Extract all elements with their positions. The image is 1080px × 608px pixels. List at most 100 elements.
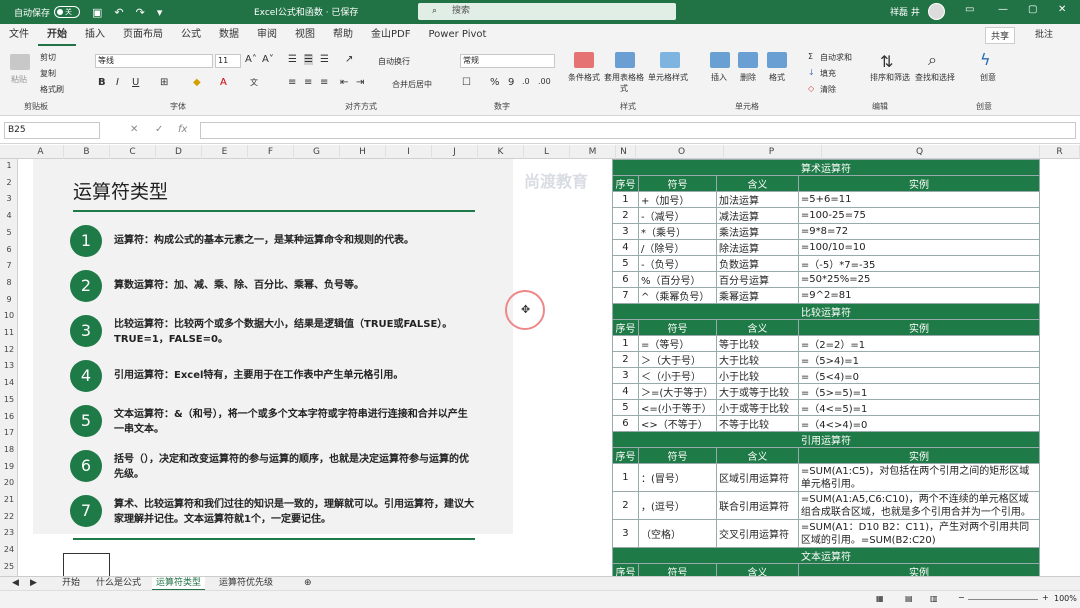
table-cell[interactable]: =SUM(A1:A5,C6:C10)，两个不连续的单元格区域组合成联合区域，也就… <box>797 491 1041 520</box>
row-header[interactable]: 4 <box>0 211 18 220</box>
conditional-format-button[interactable]: 条件格式 <box>568 72 600 83</box>
table-cell[interactable]: 不等于比较 <box>715 415 799 432</box>
next-sheet-icon[interactable]: ▶ <box>26 577 41 591</box>
table-cell[interactable]: =100/10=10 <box>797 239 1041 256</box>
row-header[interactable]: 24 <box>0 545 18 554</box>
number-format-select[interactable]: 常规 <box>460 54 555 68</box>
tab-10[interactable]: Power Pivot <box>419 24 495 46</box>
align-left-icon[interactable]: ≡ <box>288 77 296 88</box>
page-break-icon[interactable]: ▥ <box>930 594 938 603</box>
merge-center-button[interactable]: 合并后居中 <box>392 79 432 90</box>
name-box[interactable]: B25 <box>4 122 100 139</box>
table-cell[interactable]: 大于比较 <box>715 351 799 368</box>
redo-icon[interactable]: ↷ <box>136 6 145 19</box>
table-cell[interactable]: 等于比较 <box>715 335 799 352</box>
table-cell[interactable]: ＜（小于号） <box>637 367 717 384</box>
zoom-in-icon[interactable]: + <box>1042 593 1049 602</box>
row-header[interactable]: 5 <box>0 228 18 237</box>
table-cell[interactable]: =9^2=81 <box>797 287 1041 304</box>
row-header[interactable]: 8 <box>0 278 18 287</box>
table-cell[interactable]: =100-25=75 <box>797 207 1041 224</box>
table-cell[interactable]: 5 <box>612 255 639 272</box>
table-cell[interactable]: =（5>=5)=1 <box>797 383 1041 400</box>
wrap-text-button[interactable]: 自动换行 <box>378 56 410 67</box>
column-header-E[interactable]: E <box>202 145 248 159</box>
table-cell[interactable]: 6 <box>612 271 639 288</box>
table-cell[interactable]: 小于比较 <box>715 367 799 384</box>
tab-9[interactable]: 金山PDF <box>362 24 419 46</box>
table-cell[interactable]: 4 <box>612 383 639 400</box>
column-header-Q[interactable]: Q <box>800 145 1040 159</box>
find-select-icon[interactable]: ⌕ <box>928 50 937 70</box>
page-layout-icon[interactable]: ▤ <box>905 594 913 603</box>
tab-5[interactable]: 数据 <box>210 24 248 46</box>
paste-icon[interactable] <box>10 54 30 70</box>
tab-6[interactable]: 审阅 <box>248 24 286 46</box>
orientation-icon[interactable]: ↗ <box>345 54 353 65</box>
row-header[interactable]: 10 <box>0 311 18 320</box>
avatar[interactable] <box>928 3 945 20</box>
cell-styles-button[interactable]: 单元格样式 <box>648 72 688 83</box>
comma-icon[interactable]: 9 <box>508 77 514 88</box>
comment-button[interactable]: 批注 <box>1035 27 1053 40</box>
fill-color-icon[interactable]: ◆ <box>193 77 201 88</box>
table-cell[interactable]: <=(小于等于） <box>637 399 717 416</box>
fill-icon[interactable]: ↓ <box>808 68 815 77</box>
row-header[interactable]: 3 <box>0 194 18 203</box>
format-table-icon[interactable] <box>615 52 635 68</box>
column-header-I[interactable]: I <box>386 145 432 159</box>
table-cell[interactable]: 负数运算 <box>715 255 799 272</box>
table-cell[interactable]: 3 <box>612 519 639 548</box>
column-header-A[interactable]: A <box>18 145 64 159</box>
table-cell[interactable]: =（5>4)=1 <box>797 351 1041 368</box>
table-cell[interactable]: 1 <box>612 335 639 352</box>
format-cells-icon[interactable] <box>767 52 787 68</box>
table-cell[interactable]: =（5<4)=0 <box>797 367 1041 384</box>
column-header-D[interactable]: D <box>156 145 202 159</box>
tab-0[interactable]: 文件 <box>0 24 38 46</box>
maximize-icon[interactable]: ▢ <box>1028 4 1037 15</box>
column-header-R[interactable]: R <box>1040 145 1080 159</box>
close-icon[interactable]: ✕ <box>1058 4 1066 15</box>
row-header[interactable]: 7 <box>0 261 18 270</box>
format-table-button[interactable]: 套用表格格式 <box>604 72 644 94</box>
table-cell[interactable]: 2 <box>612 491 639 520</box>
clear-icon[interactable]: ◇ <box>808 84 814 93</box>
insert-function-button[interactable]: fx <box>178 124 187 135</box>
table-cell[interactable]: %（百分号） <box>637 271 717 288</box>
sort-filter-button[interactable]: 排序和筛选 <box>870 72 910 83</box>
increase-decimal-icon[interactable]: .0 <box>522 77 530 86</box>
phonetic-icon[interactable]: 文 <box>250 77 258 88</box>
paste-button[interactable]: 粘贴 <box>11 74 27 85</box>
table-cell[interactable]: =9*8=72 <box>797 223 1041 240</box>
row-header[interactable]: 25 <box>0 562 18 571</box>
table-cell[interactable]: 小于或等于比较 <box>715 399 799 416</box>
row-header[interactable]: 16 <box>0 412 18 421</box>
table-cell[interactable]: 加法运算 <box>715 191 799 208</box>
create-button[interactable]: 创意 <box>980 72 996 83</box>
table-cell[interactable]: 除法运算 <box>715 239 799 256</box>
column-header-C[interactable]: C <box>110 145 156 159</box>
column-header-F[interactable]: F <box>248 145 294 159</box>
zoom-slider[interactable] <box>968 599 1038 600</box>
column-header-O[interactable]: O <box>640 145 724 159</box>
currency-icon[interactable]: ☐ <box>462 77 471 88</box>
column-header-N[interactable]: N <box>612 145 636 159</box>
share-button[interactable]: 共享 <box>985 27 1016 44</box>
find-select-button[interactable]: 查找和选择 <box>915 72 955 83</box>
table-cell[interactable]: ，(逗号） <box>637 491 717 520</box>
row-header[interactable]: 14 <box>0 378 18 387</box>
align-center-icon[interactable]: ≡ <box>304 77 312 88</box>
formula-input[interactable] <box>200 122 1076 139</box>
tab-1[interactable]: 开始 <box>38 24 76 46</box>
table-cell[interactable]: 交叉引用运算符 <box>715 519 799 548</box>
table-cell[interactable]: ^（乘幂负号） <box>637 287 717 304</box>
copy-button[interactable]: 复制 <box>40 68 56 79</box>
table-cell[interactable]: 减法运算 <box>715 207 799 224</box>
table-cell[interactable]: 7 <box>612 287 639 304</box>
customize-icon[interactable]: ▾ <box>157 6 163 19</box>
tab-2[interactable]: 插入 <box>76 24 114 46</box>
row-header[interactable]: 6 <box>0 245 18 254</box>
sheet-tab[interactable]: 什么是公式 <box>92 577 145 591</box>
sort-filter-icon[interactable]: ⇅ <box>880 52 893 71</box>
